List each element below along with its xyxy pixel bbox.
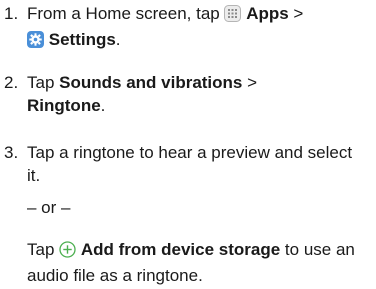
settings-label: Settings [48,30,116,49]
step-number: 3. [4,143,19,162]
step-3-text: Tap a ringtone to hear a preview and sel… [27,143,353,185]
step-number: 1. [4,4,19,23]
sounds-label: Sounds and vibrations [59,73,243,92]
apps-grid-icon [224,5,242,28]
settings-suffix: . [115,30,121,49]
ringtone-suffix: . [100,96,106,115]
separator: > [242,73,258,92]
alternative-instruction: Tap Add from device storage to use an au… [27,238,372,287]
step-2: 2. Tap Sounds and vibrations > Ringtone. [0,71,370,117]
or-separator: – or – [27,198,71,217]
instructions-page: 1. From a Home screen, tap Apps > Settin… [0,0,376,289]
ringtone-label: Ringtone [27,96,101,115]
step-3: 3. Tap a ringtone to hear a preview and … [0,141,370,187]
add-from-storage-label: Add from device storage [80,240,281,259]
step-1: 1. From a Home screen, tap Apps > Settin… [0,2,370,54]
alt-pre: Tap [27,240,60,259]
apps-label: Apps [246,4,289,23]
step-number: 2. [4,73,19,92]
settings-gear-icon [27,31,44,54]
step-1-text: From a Home screen, tap [27,4,225,23]
separator: > [288,4,304,23]
step-2-pre: Tap [27,73,60,92]
plus-circle-icon [59,241,76,264]
